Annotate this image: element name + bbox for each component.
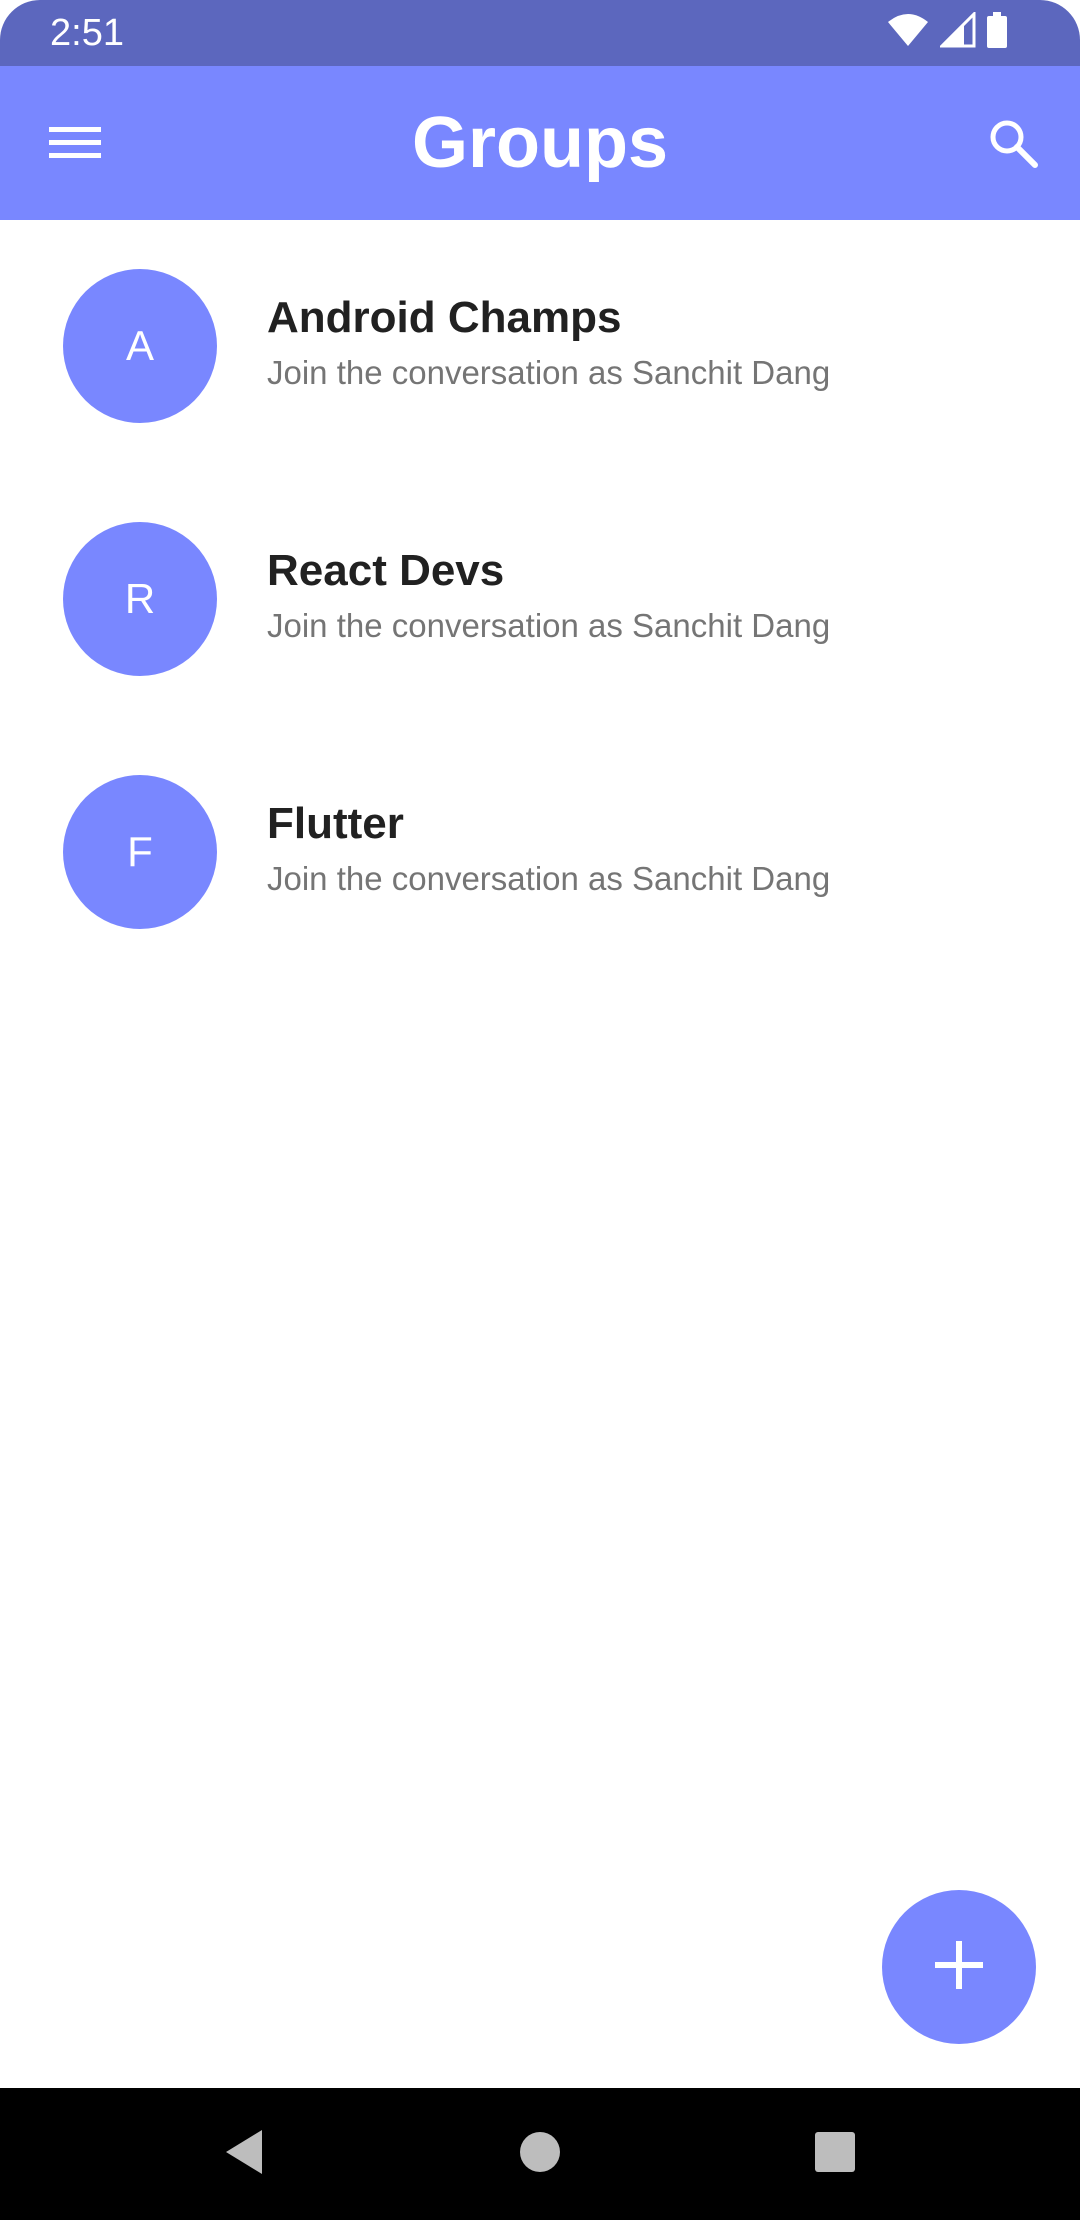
search-button[interactable] — [974, 106, 1052, 184]
group-list-item-react-devs[interactable]: R React Devs Join the conversation as Sa… — [0, 473, 1080, 726]
app-bar: Groups — [0, 66, 1080, 220]
group-name: React Devs — [267, 546, 505, 595]
battery-icon — [986, 11, 1008, 53]
plus-icon — [933, 1939, 985, 1996]
group-subtitle: Join the conversation as Sanchit Dang — [267, 354, 831, 391]
nav-recents-button[interactable] — [795, 2114, 875, 2194]
cell-signal-icon — [938, 9, 976, 53]
page-title: Groups — [411, 103, 668, 183]
screen: 2:51 Groups A Android Champs Join the co… — [0, 0, 1080, 2220]
status-bar: 2:51 — [0, 0, 1080, 66]
group-list-item-android-champs[interactable]: A Android Champs Join the conversation a… — [0, 220, 1080, 473]
system-nav-bar — [0, 2088, 1080, 2220]
avatar: R — [63, 522, 217, 676]
recents-icon — [813, 2130, 857, 2179]
group-name: Flutter — [267, 799, 404, 848]
group-subtitle: Join the conversation as Sanchit Dang — [267, 860, 831, 897]
wifi-icon — [886, 12, 930, 53]
avatar-initial: R — [124, 575, 156, 622]
nav-back-button[interactable] — [204, 2114, 284, 2194]
avatar: A — [63, 269, 217, 423]
avatar-initial: A — [125, 322, 154, 369]
status-icons — [886, 9, 1008, 53]
home-icon — [518, 2130, 562, 2179]
search-icon — [987, 117, 1039, 174]
back-icon — [222, 2128, 266, 2181]
add-group-button[interactable] — [882, 1890, 1036, 2044]
group-subtitle: Join the conversation as Sanchit Dang — [267, 607, 831, 644]
group-list-item-flutter[interactable]: F Flutter Join the conversation as Sanch… — [0, 726, 1080, 979]
nav-home-button[interactable] — [500, 2114, 580, 2194]
status-time: 2:51 — [50, 12, 124, 54]
group-name: Android Champs — [267, 293, 622, 342]
avatar-initial: F — [127, 828, 153, 875]
avatar: F — [63, 775, 217, 929]
